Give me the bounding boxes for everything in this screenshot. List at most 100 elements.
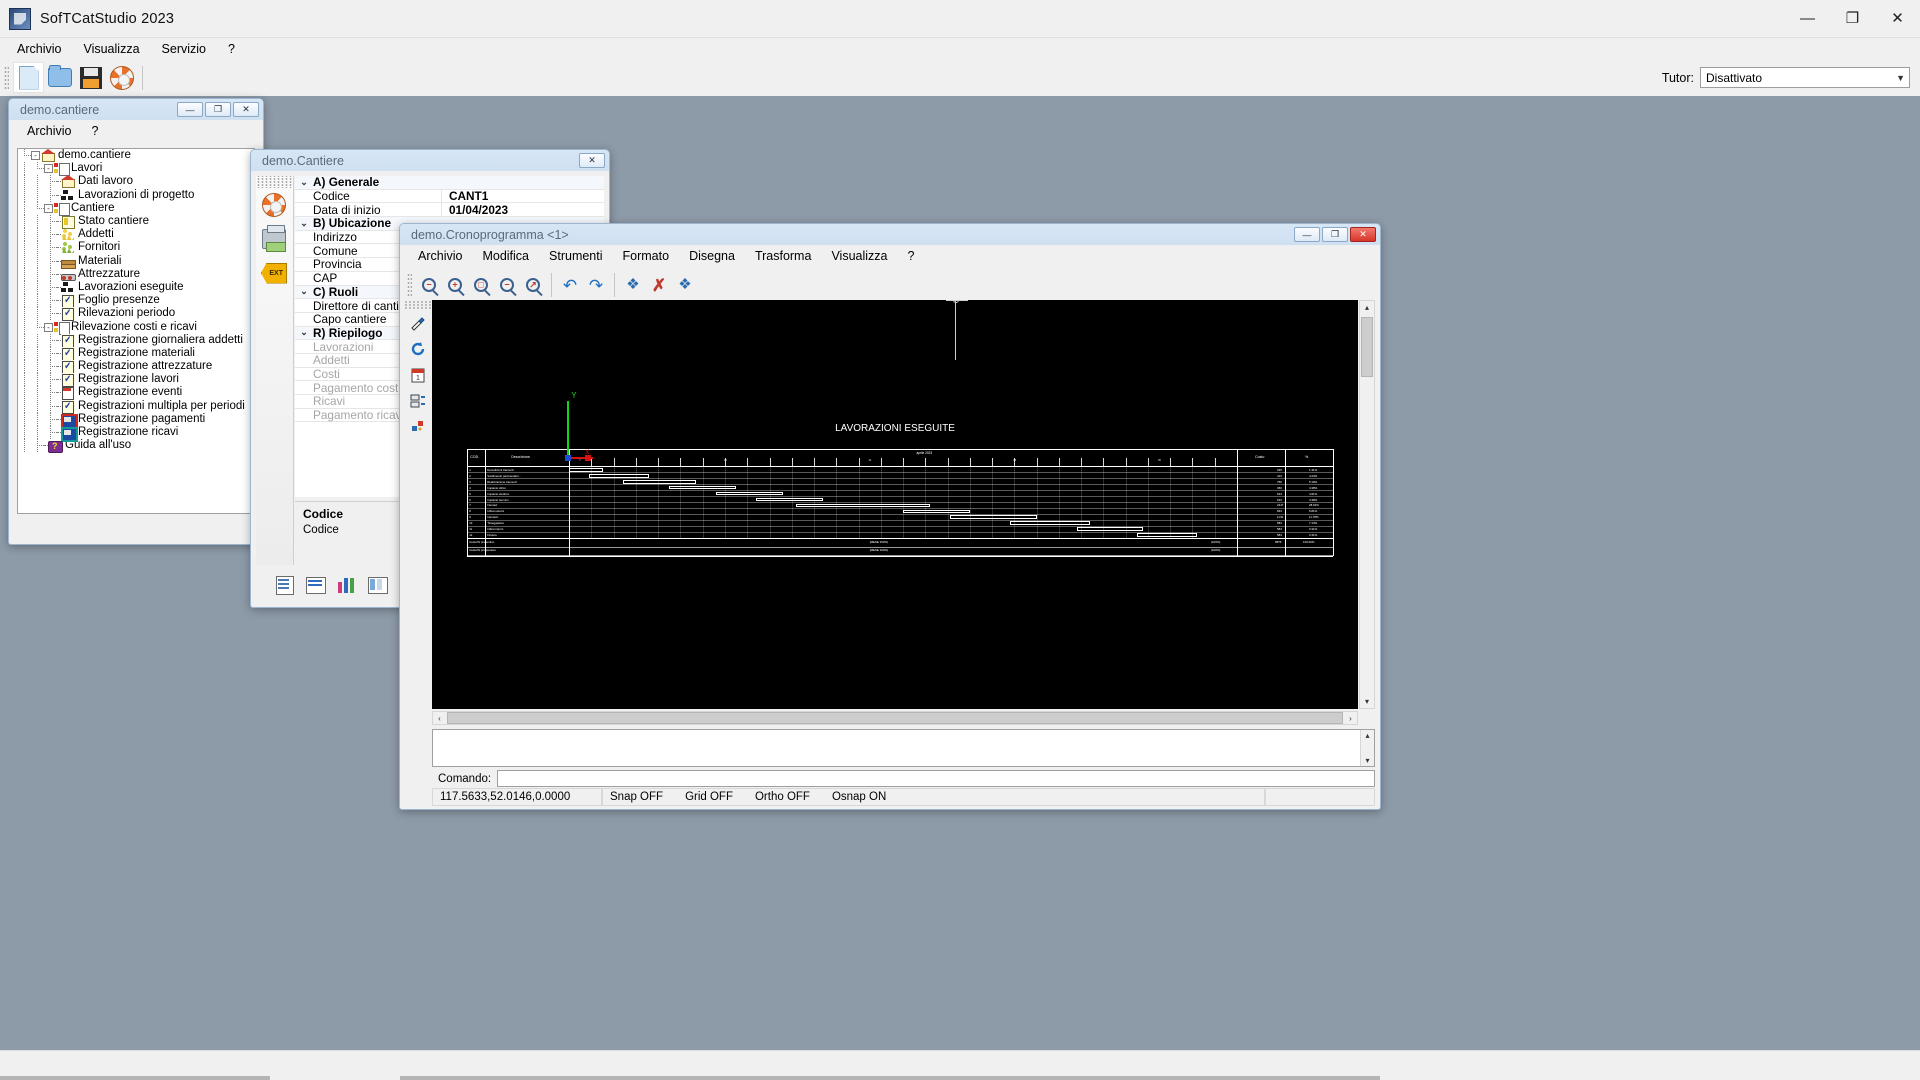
menu-servizio[interactable]: Servizio — [151, 39, 217, 59]
tree-expander[interactable]: - — [44, 164, 53, 174]
tree-item-addetti[interactable]: Addetti — [18, 228, 254, 242]
tree-item-materiali[interactable]: Materiali — [18, 254, 254, 269]
cad-menu-formato[interactable]: Formato — [613, 247, 680, 265]
cad-menu-disegna[interactable]: Disegna — [679, 247, 745, 265]
calendar-tool-button[interactable]: 1 — [405, 362, 431, 388]
cad-minimize-button[interactable]: — — [1294, 227, 1320, 242]
horizontal-scroll-thumb[interactable] — [447, 712, 1343, 724]
property-value[interactable]: CANT1 — [441, 189, 604, 204]
osnap-status[interactable]: Osnap ON — [832, 791, 886, 803]
cad-horizontal-scrollbar[interactable]: ‹ › — [432, 711, 1358, 725]
cad-toolbar-grip[interactable] — [407, 273, 412, 297]
tree-item-registrazione-attrezzature[interactable]: ✓ Registrazione attrezzature — [18, 360, 254, 375]
scroll-right-button[interactable]: › — [1344, 712, 1357, 724]
tree-minimize-button[interactable]: — — [177, 102, 203, 117]
tree-item-lavorazioni-di-progetto[interactable]: Lavorazioni di progetto — [18, 188, 254, 202]
cad-command-history[interactable]: ▴ ▾ — [432, 729, 1375, 767]
toolbar-grip[interactable] — [4, 65, 9, 90]
tree-item-lavori[interactable]: - Lavori — [18, 162, 254, 177]
tree-item-demo-cantiere[interactable]: - demo.cantiere — [18, 149, 254, 163]
cad-drawing-canvas[interactable]: LAVORAZIONI ESEGUITE COD. Descrizione Costo… — [432, 300, 1358, 709]
zoom-previous-button[interactable]: − — [494, 273, 520, 297]
tree-item-rilevazione-costi-e-ricavi[interactable]: - Rilevazione costi e ricavi — [18, 320, 254, 335]
tutor-select[interactable]: Disattivato ▼ — [1700, 67, 1910, 88]
settings-tool-button[interactable] — [405, 414, 431, 440]
property-row[interactable]: Codice CANT1 — [295, 189, 604, 204]
tree-item-stato-cantiere[interactable]: Stato cantiere — [18, 215, 254, 230]
save-button[interactable] — [75, 62, 106, 93]
delete-button[interactable]: ✗ — [646, 273, 672, 297]
chevron-down-icon[interactable]: ⌄ — [295, 327, 313, 338]
list-view-button[interactable] — [305, 575, 327, 595]
grid-status[interactable]: Grid OFF — [685, 791, 733, 803]
chart-view-button[interactable] — [336, 575, 358, 595]
form-view-button[interactable] — [274, 575, 296, 595]
tree-item-lavorazioni-eseguite[interactable]: Lavorazioni eseguite — [18, 280, 254, 294]
copy-move-button[interactable]: ❖ — [672, 273, 698, 297]
scroll-left-button[interactable]: ‹ — [433, 712, 446, 724]
cad-left-grip[interactable] — [405, 300, 431, 310]
chevron-down-icon[interactable]: ⌄ — [295, 218, 313, 229]
move-button[interactable]: ❖ — [620, 273, 646, 297]
layers-tool-button[interactable] — [405, 388, 431, 414]
command-input[interactable] — [497, 770, 1375, 787]
tree-maximize-button[interactable]: ❐ — [205, 102, 231, 117]
scroll-up-button[interactable]: ▴ — [1360, 301, 1374, 314]
property-value[interactable]: 01/04/2023 — [441, 202, 604, 217]
new-document-button[interactable] — [13, 62, 44, 93]
cad-maximize-button[interactable]: ❐ — [1322, 227, 1348, 242]
tree-menu-help[interactable]: ? — [81, 122, 108, 140]
open-folder-button[interactable] — [44, 62, 75, 93]
tree-item-foglio-presenze[interactable]: ✓ Foglio presenze — [18, 294, 254, 309]
tree-expander[interactable]: - — [31, 151, 40, 161]
zoom-extents-button[interactable]: + — [442, 273, 468, 297]
tree-item-rilevazioni-periodo[interactable]: ✓ Rilevazioni periodo — [18, 307, 254, 322]
tree-item-attrezzature[interactable]: Attrezzature — [18, 267, 254, 281]
tree-close-button[interactable]: ✕ — [233, 102, 259, 117]
property-row[interactable]: Data di inizio 01/04/2023 — [295, 202, 604, 218]
cad-menu-archivio[interactable]: Archivio — [408, 247, 472, 265]
menu-archivio[interactable]: Archivio — [6, 39, 72, 59]
select-edit-tool-button[interactable] — [405, 310, 431, 336]
tree-item-registrazione-pagamenti[interactable]: Registrazione pagamenti — [18, 412, 254, 429]
menu-visualizza[interactable]: Visualizza — [72, 39, 150, 59]
column-view-button[interactable] — [367, 575, 389, 595]
tree-item-guida-all-uso[interactable]: Guida all'uso — [18, 439, 254, 454]
chevron-down-icon[interactable]: ⌄ — [295, 286, 313, 297]
print-tool-button[interactable] — [256, 222, 292, 256]
tree-menu-archivio[interactable]: Archivio — [17, 122, 81, 140]
help-lifering-button[interactable] — [106, 62, 137, 93]
tree-item-registrazione-ricavi[interactable]: Registrazione ricavi — [18, 426, 254, 443]
chevron-down-icon[interactable]: ⌄ — [295, 177, 313, 188]
ortho-status[interactable]: Ortho OFF — [755, 791, 810, 803]
tree-view[interactable]: - demo.cantiere - Lavori Dati lavoro Lavorazi… — [17, 148, 255, 514]
cad-menu-modifica[interactable]: Modifica — [472, 247, 539, 265]
zoom-out-button[interactable]: − — [416, 273, 442, 297]
tree-expander[interactable]: - — [44, 203, 53, 213]
tree-expander[interactable]: - — [44, 322, 53, 332]
history-scroll-up[interactable]: ▴ — [1361, 730, 1374, 741]
cad-menu-strumenti[interactable]: Strumenti — [539, 247, 613, 265]
tree-item-cantiere[interactable]: - Cantiere — [18, 201, 254, 216]
tree-item-registrazioni-multipla-per-periodi[interactable]: ✓ Registrazioni multipla per periodi — [18, 399, 254, 414]
lifering-tool-button[interactable] — [256, 188, 292, 222]
property-category[interactable]: ⌄ A) Generale — [295, 176, 604, 190]
maximize-button[interactable]: ❐ — [1830, 0, 1875, 38]
tree-item-registrazione-lavori[interactable]: ✓ Registrazione lavori — [18, 373, 254, 388]
undo-button[interactable]: ↶ — [557, 273, 583, 297]
snap-status[interactable]: Snap OFF — [610, 791, 663, 803]
minimize-button[interactable]: — — [1785, 0, 1830, 38]
cantiere-side-grip[interactable] — [256, 176, 293, 188]
command-history-scrollbar[interactable]: ▴ ▾ — [1360, 730, 1374, 766]
history-scroll-down[interactable]: ▾ — [1361, 755, 1374, 766]
cad-menu-help[interactable]: ? — [898, 247, 925, 265]
tree-item-registrazione-materiali[interactable]: ✓ Registrazione materiali — [18, 346, 254, 361]
tree-item-fornitori[interactable]: Fornitori — [18, 241, 254, 255]
export-tool-button[interactable]: EXT — [256, 256, 292, 290]
cad-menu-trasforma[interactable]: Trasforma — [745, 247, 822, 265]
cad-menu-visualizza[interactable]: Visualizza — [821, 247, 897, 265]
close-button[interactable]: ✕ — [1875, 0, 1920, 38]
vertical-scroll-thumb[interactable] — [1361, 317, 1373, 377]
redo-button[interactable]: ↷ — [583, 273, 609, 297]
zoom-window-button[interactable]: □ — [468, 273, 494, 297]
